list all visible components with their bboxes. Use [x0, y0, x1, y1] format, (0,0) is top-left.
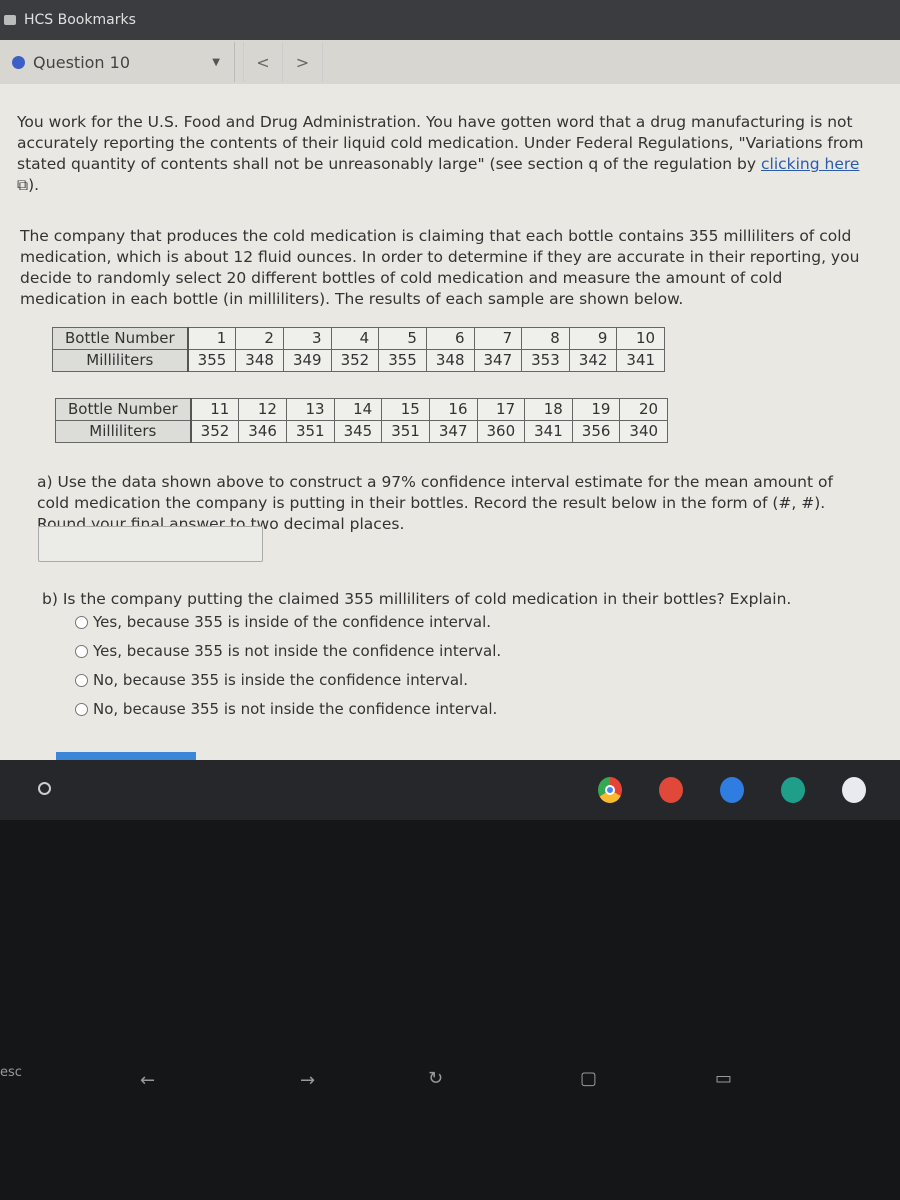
dropdown-caret-icon: ▼: [212, 56, 220, 68]
esc-key[interactable]: esc: [0, 1065, 22, 1080]
part-b-question: b) Is the company putting the claimed 35…: [42, 590, 792, 608]
table-row: Milliliters 352 346 351 345 351 347 360 341 356 3…: [54, 420, 669, 443]
question-select[interactable]: Question 10 ▼: [0, 42, 235, 82]
next-question-button[interactable]: >: [283, 42, 323, 82]
intro-paragraph: You work for the U.S. Food and Drug Admi…: [17, 113, 864, 194]
classroom-icon[interactable]: [781, 777, 805, 803]
taskbar-shelf: [0, 760, 900, 820]
prev-question-button[interactable]: <: [243, 42, 283, 82]
radio-button[interactable]: [75, 703, 88, 716]
option-4[interactable]: No, because 355 is not inside the confid…: [75, 699, 497, 720]
fullscreen-key-icon[interactable]: ▢: [580, 1068, 597, 1089]
regulation-link[interactable]: clicking here: [761, 155, 859, 173]
table-row: Milliliters 355 348 349 352 355 348 347 353 342 3…: [51, 349, 666, 372]
table-row: Bottle Number 11 12 13 14 15 16 17 18 19 20: [54, 398, 669, 421]
question-bar: Question 10 ▼ < >: [0, 40, 900, 84]
back-key-icon[interactable]: ←: [140, 1070, 155, 1091]
notes-icon[interactable]: [720, 777, 744, 803]
data-table-1: Bottle Number 1 2 3 4 5 6 7 8 9 10 Milliliters 35…: [51, 327, 666, 372]
bookmarks-bar: HCS Bookmarks: [0, 0, 900, 40]
folder-icon: [4, 15, 16, 25]
keyboard: esc ← → ↻ ▢ ▭: [0, 820, 900, 1200]
question-content: You work for the U.S. Food and Drug Admi…: [0, 84, 900, 760]
setup-paragraph: The company that produces the cold medic…: [20, 227, 860, 308]
chrome-icon[interactable]: [598, 777, 622, 803]
radio-button[interactable]: [75, 645, 88, 658]
data-table-2: Bottle Number 11 12 13 14 15 16 17 18 19 20 Milli…: [54, 398, 669, 443]
radio-button[interactable]: [75, 616, 88, 629]
docs-icon[interactable]: [842, 777, 866, 803]
forward-key-icon[interactable]: →: [300, 1070, 315, 1091]
status-dot-icon: [12, 55, 25, 69]
canvas-icon[interactable]: [659, 777, 683, 803]
submit-button[interactable]: [56, 752, 196, 760]
bookmark-folder-hcs[interactable]: HCS Bookmarks: [24, 12, 136, 28]
overview-key-icon[interactable]: ▭: [715, 1068, 732, 1089]
table-row: Bottle Number 1 2 3 4 5 6 7 8 9 10: [51, 327, 666, 350]
launcher-icon[interactable]: [38, 782, 51, 795]
option-3[interactable]: No, because 355 is inside the confidence…: [75, 670, 468, 691]
option-2[interactable]: Yes, because 355 is not inside the confi…: [75, 641, 501, 662]
external-link-icon: ⧉: [17, 176, 29, 194]
answer-input[interactable]: [38, 526, 263, 562]
question-label: Question 10: [33, 52, 131, 72]
refresh-key-icon[interactable]: ↻: [428, 1068, 443, 1089]
radio-button[interactable]: [75, 674, 88, 687]
option-1[interactable]: Yes, because 355 is inside of the confid…: [75, 612, 491, 633]
